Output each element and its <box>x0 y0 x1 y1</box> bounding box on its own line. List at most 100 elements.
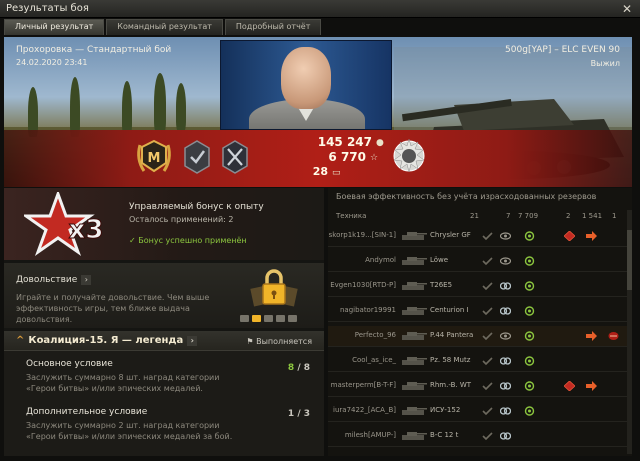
table-row[interactable]: nagibator19991 Centurion I <box>328 301 632 322</box>
caret-up-icon[interactable]: ^ <box>16 335 24 346</box>
tank-name: P.44 Pantera <box>430 331 474 339</box>
tick-icon[interactable] <box>482 231 493 241</box>
eye-icon[interactable] <box>500 331 511 341</box>
efficiency-panel: Боевая эффективность без учёта израсходо… <box>328 188 632 456</box>
crit-icon[interactable] <box>564 231 575 241</box>
tank-silhouette-icon <box>402 257 427 265</box>
player-portrait <box>220 40 392 130</box>
tick-icon[interactable] <box>482 331 493 341</box>
scrollbar-thumb[interactable] <box>627 230 632 290</box>
damage-icon[interactable] <box>524 306 535 316</box>
condition-description: Заслужить суммарно 2 шт. наград категори… <box>26 421 233 441</box>
table-row[interactable]: iura7422_[ACA_B] ИСУ-152 <box>328 401 632 422</box>
condition-title: Основное условие <box>26 359 113 369</box>
damage-icon[interactable] <box>524 381 535 391</box>
satisfaction-description: Играйте и получайте довольствие. Чем выш… <box>16 293 210 324</box>
condition-description: Заслужить суммарно 8 шт. наград категори… <box>26 373 220 393</box>
satisfaction-title[interactable]: Довольствие › <box>16 275 92 285</box>
table-row[interactable]: masterperm[B-T-F] Rhm.-B. WT <box>328 376 632 397</box>
header-col[interactable]: 1 <box>612 212 616 220</box>
tank-silhouette-icon <box>402 282 427 290</box>
tab-personal-result[interactable]: Личный результат <box>4 19 105 35</box>
experience-value: 6 770 <box>328 150 366 164</box>
tank-silhouette-icon <box>402 357 427 365</box>
table-row[interactable]: milesh[AMUP-] B-C 12 t <box>328 426 632 447</box>
spot-icon[interactable] <box>500 406 511 416</box>
tick-icon[interactable] <box>482 381 493 391</box>
spot-icon[interactable] <box>500 356 511 366</box>
fire-arrow-icon[interactable] <box>586 381 597 391</box>
header-col[interactable]: 7 <box>506 212 510 220</box>
scrollbar[interactable] <box>627 210 632 454</box>
spot-icon[interactable] <box>500 306 511 316</box>
header-col[interactable]: 2 <box>566 212 570 220</box>
tick-icon[interactable] <box>482 281 493 291</box>
vehicle-title: 500g[YAP] – ELC EVEN 90 <box>505 45 620 55</box>
fire-arrow-icon[interactable] <box>586 331 597 341</box>
tank-silhouette-icon <box>402 307 427 315</box>
tank-name: Löwe <box>430 256 449 264</box>
header-col[interactable]: 21 <box>470 212 479 220</box>
fire-arrow-icon[interactable] <box>586 231 597 241</box>
player-name: Andymol <box>365 256 396 264</box>
condition-total: / 8 <box>297 363 310 373</box>
damage-icon[interactable] <box>524 256 535 266</box>
kill-icon[interactable] <box>608 331 619 341</box>
battle-title: Прохоровка — Стандартный бой <box>16 45 172 55</box>
close-icon[interactable]: ✕ <box>620 2 634 16</box>
tank-name: T26E5 <box>430 281 453 289</box>
damage-icon[interactable] <box>524 231 535 241</box>
tank-name: B-C 12 t <box>430 431 459 439</box>
tank-silhouette-icon <box>402 332 427 340</box>
table-row[interactable]: skorp1k19...[SIN-1] Chrysler GF <box>328 226 632 247</box>
tick-icon[interactable] <box>482 356 493 366</box>
chevron-right-icon[interactable]: › <box>187 336 198 346</box>
satisfaction-section: Довольствие › Играйте и получайте довольс… <box>4 263 324 328</box>
tick-icon[interactable] <box>482 306 493 316</box>
mission-header[interactable]: ^ Коалиция-15. Я — легенда › ⚑ Выполняется <box>4 331 324 351</box>
player-name: skorp1k19...[SIN-1] <box>328 231 396 239</box>
header-col[interactable]: 7 709 <box>518 212 538 220</box>
tree-decoration <box>122 81 132 135</box>
table-row[interactable]: Perfecto_96 P.44 Pantera <box>328 326 632 347</box>
condition-progress: 8 / 8 <box>288 363 310 373</box>
table-row[interactable]: Cool_as_ice_ Pz. 58 Mutz <box>328 351 632 372</box>
player-name: Perfecto_96 <box>354 331 396 339</box>
padlock-icon <box>250 269 298 307</box>
tank-name: Rhm.-B. WT <box>430 381 472 389</box>
eye-icon[interactable] <box>500 231 511 241</box>
achievement-badge-icon[interactable] <box>182 139 212 175</box>
player-name: Evgen1030[RTD-P] <box>330 281 396 289</box>
tab-detailed-report[interactable]: Подробный отчёт <box>224 19 322 35</box>
tick-icon[interactable] <box>482 256 493 266</box>
tick-icon[interactable] <box>482 406 493 416</box>
spot-icon[interactable] <box>500 431 511 441</box>
clan-emblem-icon[interactable] <box>390 137 428 175</box>
bonus-applied-status: ✓ Бонус успешно применён <box>129 236 247 245</box>
eye-icon[interactable] <box>500 256 511 266</box>
damage-icon[interactable] <box>524 331 535 341</box>
satisfaction-progress <box>240 315 297 322</box>
header-col[interactable]: 1 541 <box>582 212 602 220</box>
table-row[interactable]: Andymol Löwe <box>328 251 632 272</box>
mission-title: ^ Коалиция-15. Я — легенда › <box>16 335 198 346</box>
damage-icon[interactable] <box>524 356 535 366</box>
mastery-badge-icon[interactable]: M <box>134 137 174 177</box>
progress-pip <box>276 315 285 322</box>
tab-team-result[interactable]: Командный результат <box>106 19 223 35</box>
achievement-badge-icon[interactable] <box>220 139 250 175</box>
damage-icon[interactable] <box>524 406 535 416</box>
crit-icon[interactable] <box>564 381 575 391</box>
spot-icon[interactable] <box>500 381 511 391</box>
chevron-right-icon[interactable]: › <box>81 275 92 285</box>
spot-icon[interactable] <box>500 281 511 291</box>
table-row[interactable]: Evgen1030[RTD-P] T26E5 <box>328 276 632 297</box>
condition-total: / 3 <box>297 409 310 419</box>
window-title: Результаты боя <box>6 3 89 14</box>
damage-icon[interactable] <box>524 281 535 291</box>
condition-done: 1 <box>287 409 295 419</box>
player-name: masterperm[B-T-F] <box>330 381 396 389</box>
header-vehicle[interactable]: Техника <box>336 212 366 220</box>
tank-silhouette-icon <box>402 232 427 240</box>
tick-icon[interactable] <box>482 431 493 441</box>
